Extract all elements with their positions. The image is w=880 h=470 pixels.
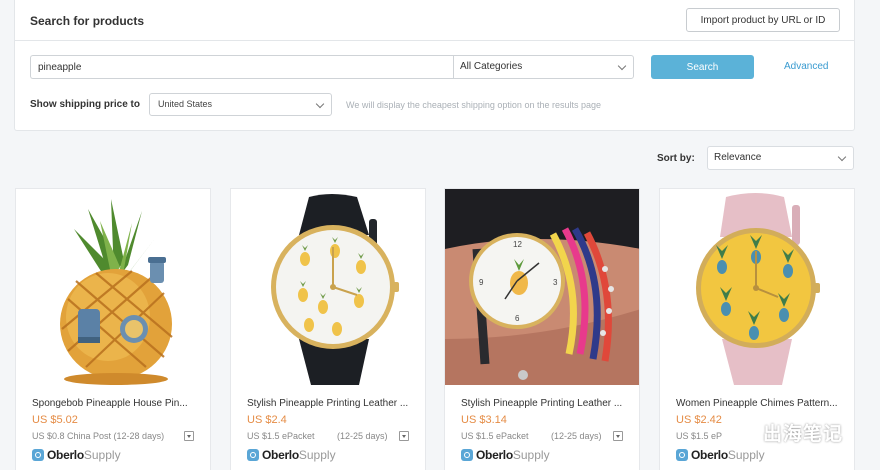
shipping-days: (12-25 days) (551, 431, 602, 441)
supplier-logo: Oberlo Supply (247, 448, 336, 462)
product-card[interactable]: Spongebob Pineapple House Pin... US $5.0… (15, 188, 211, 470)
supplier-suffix: Supply (298, 448, 336, 462)
supplier-suffix: Supply (727, 448, 765, 462)
shipping-dropdown[interactable] (613, 431, 623, 441)
chevron-down-icon (837, 152, 847, 162)
product-price: US $5.02 (32, 414, 78, 426)
panel-title: Search for products (30, 14, 145, 28)
advanced-search-link[interactable]: Advanced (784, 61, 828, 72)
oberlo-icon (676, 449, 688, 461)
product-image[interactable] (231, 189, 425, 385)
shipping-hint: We will display the cheapest shipping op… (346, 100, 601, 110)
sort-label: Sort by: (657, 153, 695, 164)
oberlo-icon (247, 449, 259, 461)
supplier-logo: Oberlo Supply (32, 448, 121, 462)
oberlo-icon (32, 449, 44, 461)
oberlo-icon (461, 449, 473, 461)
watermark: 出海笔记 (733, 416, 843, 448)
product-title[interactable]: Women Pineapple Chimes Pattern... (676, 398, 848, 409)
shipping-dropdown[interactable] (184, 431, 194, 441)
product-title[interactable]: Stylish Pineapple Printing Leather ... (461, 398, 633, 409)
sort-select[interactable]: Relevance (707, 146, 854, 170)
sort-value: Relevance (714, 152, 762, 163)
shipping-country-value: United States (158, 99, 213, 109)
search-button[interactable]: Search (651, 55, 754, 79)
category-select[interactable]: All Categories (453, 55, 634, 79)
supplier-suffix: Supply (512, 448, 550, 462)
shipping-country-select[interactable]: United States (149, 93, 332, 116)
supplier-brand: Oberlo (262, 448, 299, 462)
shipping-days: (12-25 days) (337, 431, 388, 441)
chevron-down-icon (617, 61, 627, 71)
product-price: US $3.14 (461, 414, 507, 426)
svg-text:6: 6 (515, 314, 520, 323)
product-title[interactable]: Spongebob Pineapple House Pin... (32, 398, 204, 409)
panel-divider (15, 40, 854, 41)
shipping-label: Show shipping price to (30, 99, 140, 110)
search-input[interactable] (30, 55, 454, 79)
wechat-icon (733, 420, 759, 444)
svg-text:9: 9 (479, 278, 484, 287)
product-card[interactable]: 12 3 6 9 Stylish Pineapple Printing Leather… (444, 188, 640, 470)
product-price: US $2.42 (676, 414, 722, 426)
product-image[interactable] (660, 189, 854, 385)
search-panel: Search for products Import product by UR… (14, 0, 855, 131)
chevron-down-icon (315, 99, 325, 109)
supplier-logo: Oberlo Supply (676, 448, 765, 462)
import-product-button[interactable]: Import product by URL or ID (686, 8, 840, 32)
supplier-brand: Oberlo (691, 448, 728, 462)
watermark-text: 出海笔记 (763, 423, 844, 445)
svg-text:3: 3 (553, 278, 558, 287)
product-image[interactable]: 12 3 6 9 (445, 189, 639, 385)
shipping-info: US $1.5 ePacket (461, 431, 529, 441)
supplier-brand: Oberlo (47, 448, 84, 462)
shipping-info: US $1.5 ePacket (247, 431, 315, 441)
product-price: US $2.4 (247, 414, 287, 426)
shipping-dropdown[interactable] (399, 431, 409, 441)
supplier-suffix: Supply (83, 448, 121, 462)
shipping-info: US $1.5 eP (676, 431, 723, 441)
supplier-brand: Oberlo (476, 448, 513, 462)
shipping-info: US $0.8 China Post (12-28 days) (32, 431, 165, 441)
product-title[interactable]: Stylish Pineapple Printing Leather ... (247, 398, 419, 409)
product-card[interactable]: Stylish Pineapple Printing Leather ... U… (230, 188, 426, 470)
category-value: All Categories (460, 61, 523, 72)
product-image[interactable] (16, 189, 210, 385)
svg-text:12: 12 (513, 240, 522, 249)
supplier-logo: Oberlo Supply (461, 448, 550, 462)
